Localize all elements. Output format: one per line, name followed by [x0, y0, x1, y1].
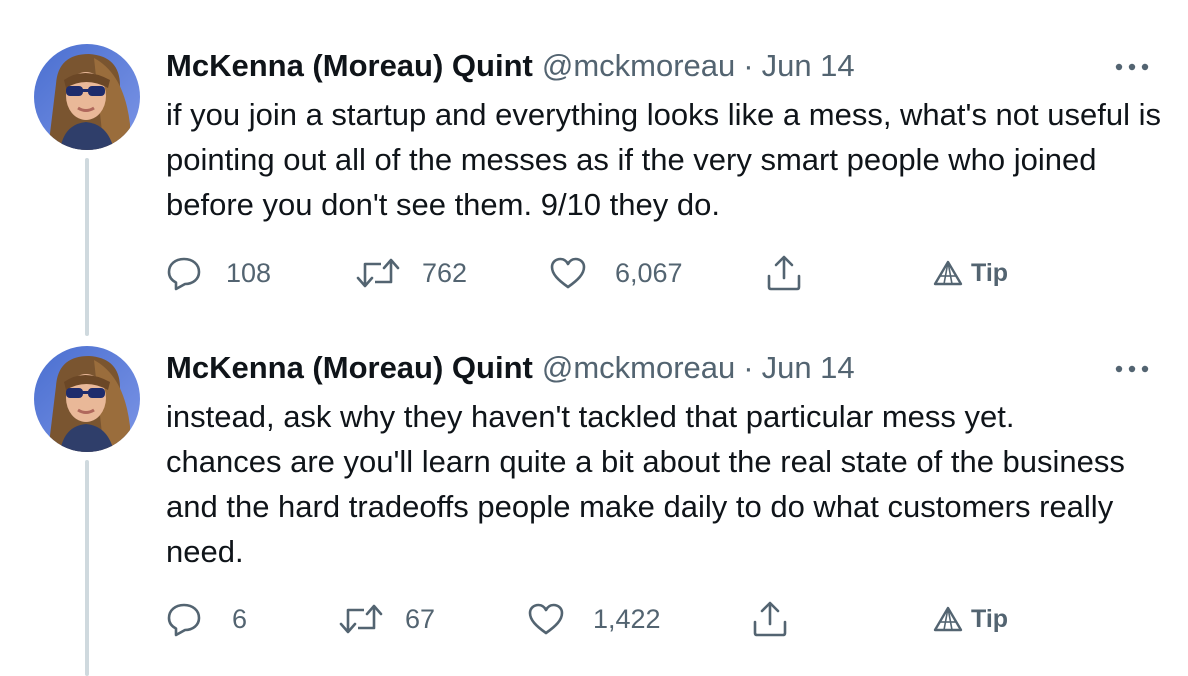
- tip-button[interactable]: Tip: [933, 597, 1008, 641]
- tweet-text: if you join a startup and everything loo…: [166, 97, 1161, 222]
- heart-icon: [549, 256, 587, 290]
- avatar[interactable]: [34, 346, 140, 452]
- tweet-text: instead, ask why they haven't tackled th…: [166, 399, 1125, 569]
- reply-button[interactable]: 108: [166, 251, 271, 295]
- tweet-actions: 6 67 1,422 Tip: [0, 597, 1188, 641]
- heart-icon: [527, 602, 565, 636]
- more-button[interactable]: [1112, 357, 1152, 381]
- more-button[interactable]: [1112, 55, 1152, 79]
- tip-label: Tip: [971, 604, 1009, 633]
- tweet-actions: 108 762 6,067 Tip: [0, 251, 1188, 295]
- share-icon: [765, 254, 803, 292]
- reply-icon: [166, 601, 202, 637]
- more-icon: [1115, 58, 1149, 76]
- separator-dot: ·: [743, 350, 754, 385]
- tip-button[interactable]: Tip: [933, 251, 1008, 295]
- tweet-header: McKenna (Moreau) Quint @mckmoreau · Jun …: [166, 348, 855, 388]
- like-count: 6,067: [615, 257, 683, 288]
- share-button[interactable]: [765, 251, 803, 295]
- more-icon: [1115, 360, 1149, 378]
- author-handle[interactable]: @mckmoreau: [542, 348, 735, 388]
- retweet-icon: [356, 256, 400, 290]
- retweet-count: 67: [405, 603, 436, 634]
- tweet-header: McKenna (Moreau) Quint @mckmoreau · Jun …: [166, 46, 855, 86]
- author-handle[interactable]: @mckmoreau: [542, 46, 735, 86]
- share-icon: [751, 600, 789, 638]
- like-count: 1,422: [593, 603, 661, 634]
- retweet-button[interactable]: 762: [356, 251, 467, 295]
- tip-label: Tip: [971, 258, 1009, 287]
- author-name[interactable]: McKenna (Moreau) Quint: [166, 46, 533, 86]
- tip-icon: [933, 606, 963, 632]
- reply-count: 6: [232, 603, 248, 634]
- separator-dot: ·: [743, 48, 754, 83]
- like-button[interactable]: 1,422: [527, 597, 661, 641]
- reply-count: 108: [226, 257, 272, 288]
- tip-icon: [933, 260, 963, 286]
- tweet[interactable]: McKenna (Moreau) Quint @mckmoreau · Jun …: [0, 0, 1188, 330]
- retweet-button[interactable]: 67: [339, 597, 435, 641]
- retweet-count: 762: [422, 257, 468, 288]
- reply-button[interactable]: 6: [166, 597, 247, 641]
- share-button[interactable]: [751, 597, 789, 641]
- tweet-date[interactable]: Jun 14: [762, 46, 855, 86]
- avatar[interactable]: [34, 44, 140, 150]
- reply-icon: [166, 255, 202, 291]
- like-button[interactable]: 6,067: [549, 251, 683, 295]
- tweet[interactable]: McKenna (Moreau) Quint @mckmoreau · Jun …: [0, 336, 1188, 676]
- retweet-icon: [339, 602, 383, 636]
- tweet-date[interactable]: Jun 14: [762, 348, 855, 388]
- author-name[interactable]: McKenna (Moreau) Quint: [166, 348, 533, 388]
